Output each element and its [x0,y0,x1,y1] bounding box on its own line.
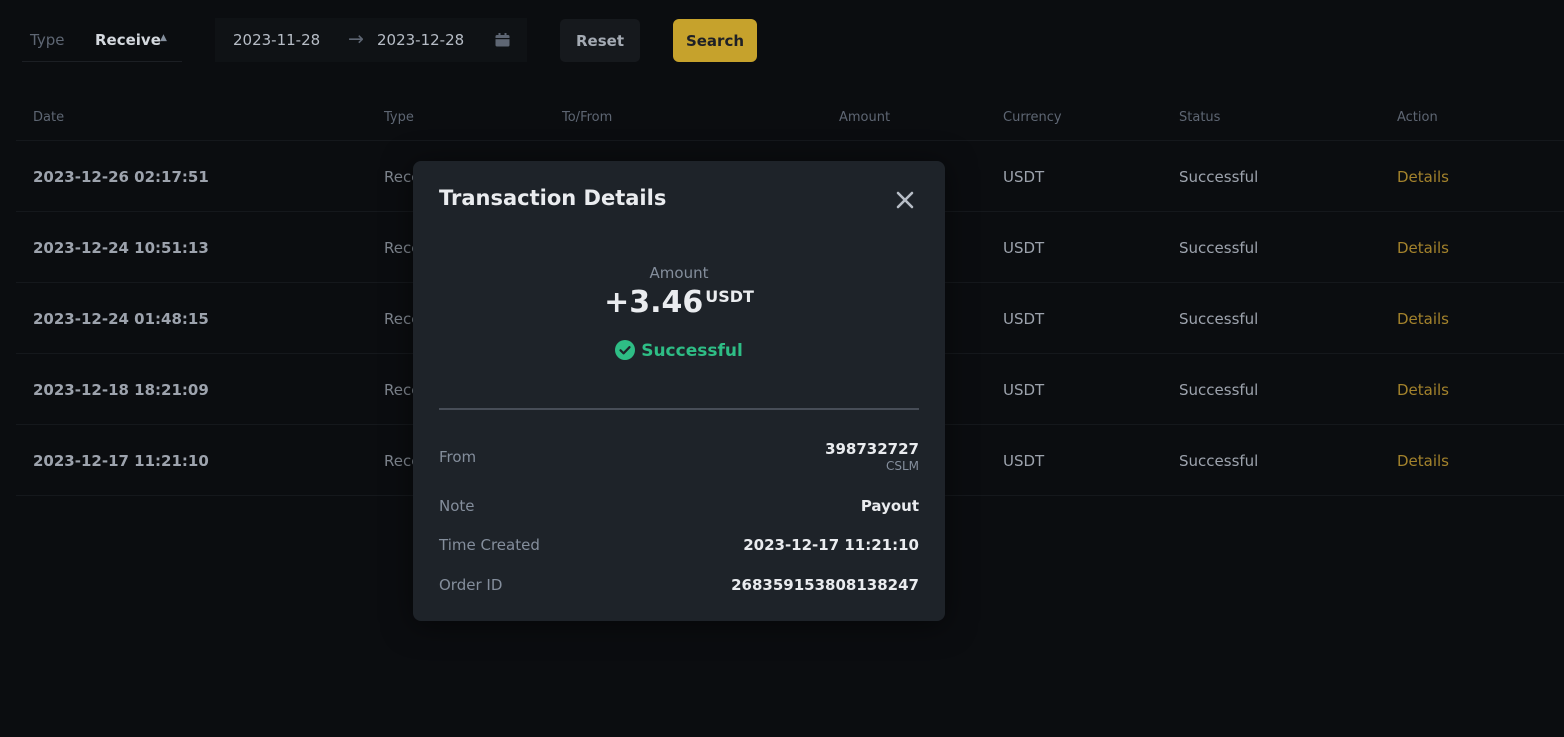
header-type: Type [384,110,414,125]
row-status: Successful [1179,168,1259,186]
calendar-icon[interactable] [495,33,510,47]
amount-label: Amount [649,264,709,282]
note-label: Note [439,497,475,515]
header-currency: Currency [1003,110,1062,125]
start-date[interactable]: 2023-11-28 [233,31,320,49]
row-currency: USDT [1003,310,1045,328]
status-display: Successful [413,340,945,361]
row-date: 2023-12-26 02:17:51 [33,168,209,186]
order-id-value: 268359153808138247 [731,576,919,594]
order-id-label: Order ID [439,576,503,594]
date-range-picker[interactable]: 2023-11-28 → 2023-12-28 [215,18,527,62]
amount-unit: USDT [705,287,754,306]
filter-bar: Type Receive ▲ 2023-11-28 → 2023-12-28 R… [0,0,1564,82]
caret-up-icon: ▲ [160,33,167,43]
arrow-right-icon: → [348,28,364,50]
details-link[interactable]: Details [1397,168,1449,186]
row-status: Successful [1179,310,1259,328]
row-date: 2023-12-17 11:21:10 [33,452,209,470]
reset-button[interactable]: Reset [560,19,640,62]
row-currency: USDT [1003,239,1045,257]
row-status: Successful [1179,239,1259,257]
end-date[interactable]: 2023-12-28 [377,31,464,49]
header-date: Date [33,110,65,125]
row-date: 2023-12-24 01:48:15 [33,310,209,328]
header-action: Action [1397,110,1438,125]
from-value: 398732727 [825,440,919,458]
row-date: 2023-12-24 10:51:13 [33,239,209,257]
details-link[interactable]: Details [1397,452,1449,470]
header-status: Status [1179,110,1221,125]
check-circle-icon [615,340,636,360]
type-value: Receive [95,31,161,49]
amount-display: +3.46 USDT [413,285,945,320]
search-button[interactable]: Search [673,19,757,62]
row-status: Successful [1179,381,1259,399]
note-value: Payout [860,497,919,515]
from-sub: CSLM [885,459,919,473]
row-date: 2023-12-18 18:21:09 [33,381,209,399]
type-select[interactable]: Type Receive ▲ [22,18,182,62]
details-link[interactable]: Details [1397,310,1449,328]
divider [439,408,919,410]
row-currency: USDT [1003,168,1045,186]
time-created-label: Time Created [439,536,540,554]
from-label: From [439,448,477,466]
row-currency: USDT [1003,381,1045,399]
close-icon[interactable] [893,188,917,212]
time-created-value: 2023-12-17 11:21:10 [743,536,919,554]
table-header: Date Type To/From Amount Currency Status… [16,100,1564,141]
row-currency: USDT [1003,452,1045,470]
details-link[interactable]: Details [1397,239,1449,257]
amount-value: +3.46 [604,285,704,320]
row-status: Successful [1179,452,1259,470]
transaction-details-modal: Transaction Details Amount +3.46 USDT Suc… [413,161,945,621]
modal-title: Transaction Details [439,186,667,210]
header-to-from: To/From [562,110,613,125]
type-label: Type [30,31,65,49]
details-link[interactable]: Details [1397,381,1449,399]
header-amount: Amount [839,110,891,125]
status-text: Successful [641,341,743,361]
